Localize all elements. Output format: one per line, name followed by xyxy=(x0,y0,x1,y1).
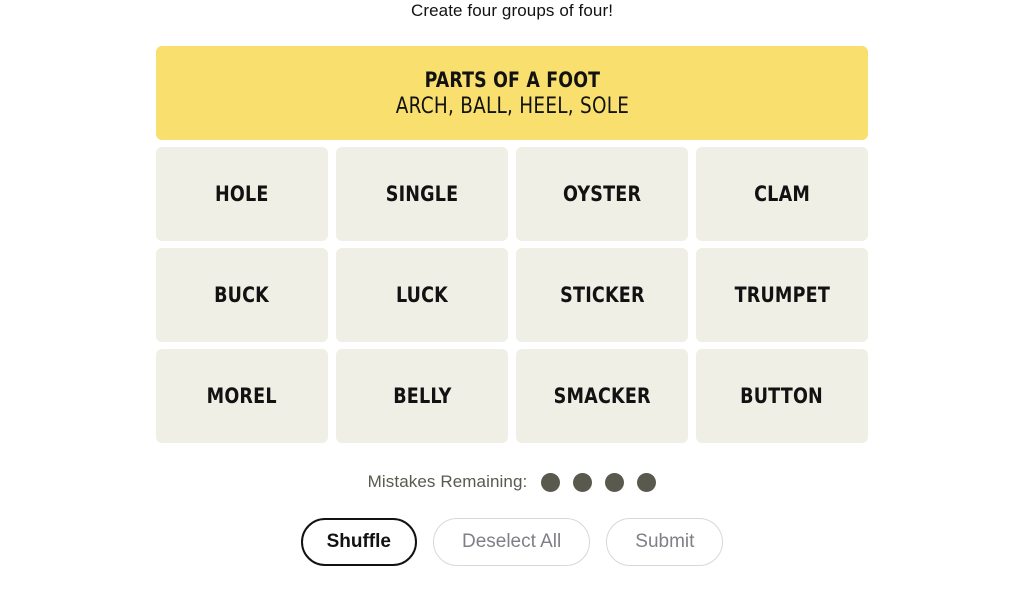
solved-group-row: PARTS OF A FOOT ARCH, BALL, HEEL, SOLE xyxy=(156,46,868,140)
tile-row: HOLE SINGLE OYSTER CLAM xyxy=(156,147,868,241)
solved-group-title: PARTS OF A FOOT xyxy=(424,67,600,92)
mistake-dot xyxy=(541,472,561,492)
submit-button[interactable]: Submit xyxy=(606,518,724,566)
mistakes-remaining: Mistakes Remaining: xyxy=(368,470,657,494)
word-tile-label: BUTTON xyxy=(740,384,824,408)
mistake-dot xyxy=(605,472,625,492)
tile-row: BUCK LUCK STICKER TRUMPET xyxy=(156,248,868,342)
word-tile-label: LUCK xyxy=(395,283,449,307)
word-tile-label: BUCK xyxy=(214,283,270,307)
word-tile-label: BELLY xyxy=(392,384,452,408)
word-tile-trumpet[interactable]: TRUMPET xyxy=(696,248,868,342)
shuffle-button[interactable]: Shuffle xyxy=(300,518,417,566)
word-tile-label: HOLE xyxy=(215,182,269,206)
word-tile-oyster[interactable]: OYSTER xyxy=(516,147,688,241)
word-tile-belly[interactable]: BELLY xyxy=(336,349,508,443)
word-tile-button[interactable]: BUTTON xyxy=(696,349,868,443)
word-tile-label: TRUMPET xyxy=(734,283,830,307)
word-tile-morel[interactable]: MOREL xyxy=(156,349,328,443)
word-tile-hole[interactable]: HOLE xyxy=(156,147,328,241)
control-buttons: Shuffle Deselect All Submit xyxy=(300,518,724,566)
word-tile-sticker[interactable]: STICKER xyxy=(516,248,688,342)
word-tile-smacker[interactable]: SMACKER xyxy=(516,349,688,443)
deselect-all-button[interactable]: Deselect All xyxy=(432,518,591,566)
tile-row: MOREL BELLY SMACKER BUTTON xyxy=(156,349,868,443)
mistake-dot xyxy=(637,472,657,492)
word-tile-buck[interactable]: BUCK xyxy=(156,248,328,342)
word-tile-label: SMACKER xyxy=(553,384,651,408)
game-board: PARTS OF A FOOT ARCH, BALL, HEEL, SOLE H… xyxy=(156,46,868,443)
word-tile-luck[interactable]: LUCK xyxy=(336,248,508,342)
word-tile-label: SINGLE xyxy=(385,182,459,206)
word-tile-label: MOREL xyxy=(206,384,278,408)
mistake-dot xyxy=(573,472,593,492)
word-tile-single[interactable]: SINGLE xyxy=(336,147,508,241)
solved-group-words: ARCH, BALL, HEEL, SOLE xyxy=(395,93,629,119)
word-tile-clam[interactable]: CLAM xyxy=(696,147,868,241)
instruction-text: Create four groups of four! xyxy=(410,1,614,20)
word-tile-label: OYSTER xyxy=(562,182,642,206)
mistake-dots xyxy=(541,472,657,492)
word-tile-label: CLAM xyxy=(754,182,810,206)
word-tile-label: STICKER xyxy=(559,283,645,307)
connections-game: Create four groups of four! PARTS OF A F… xyxy=(0,0,1024,606)
mistakes-remaining-label: Mistakes Remaining: xyxy=(367,472,528,491)
